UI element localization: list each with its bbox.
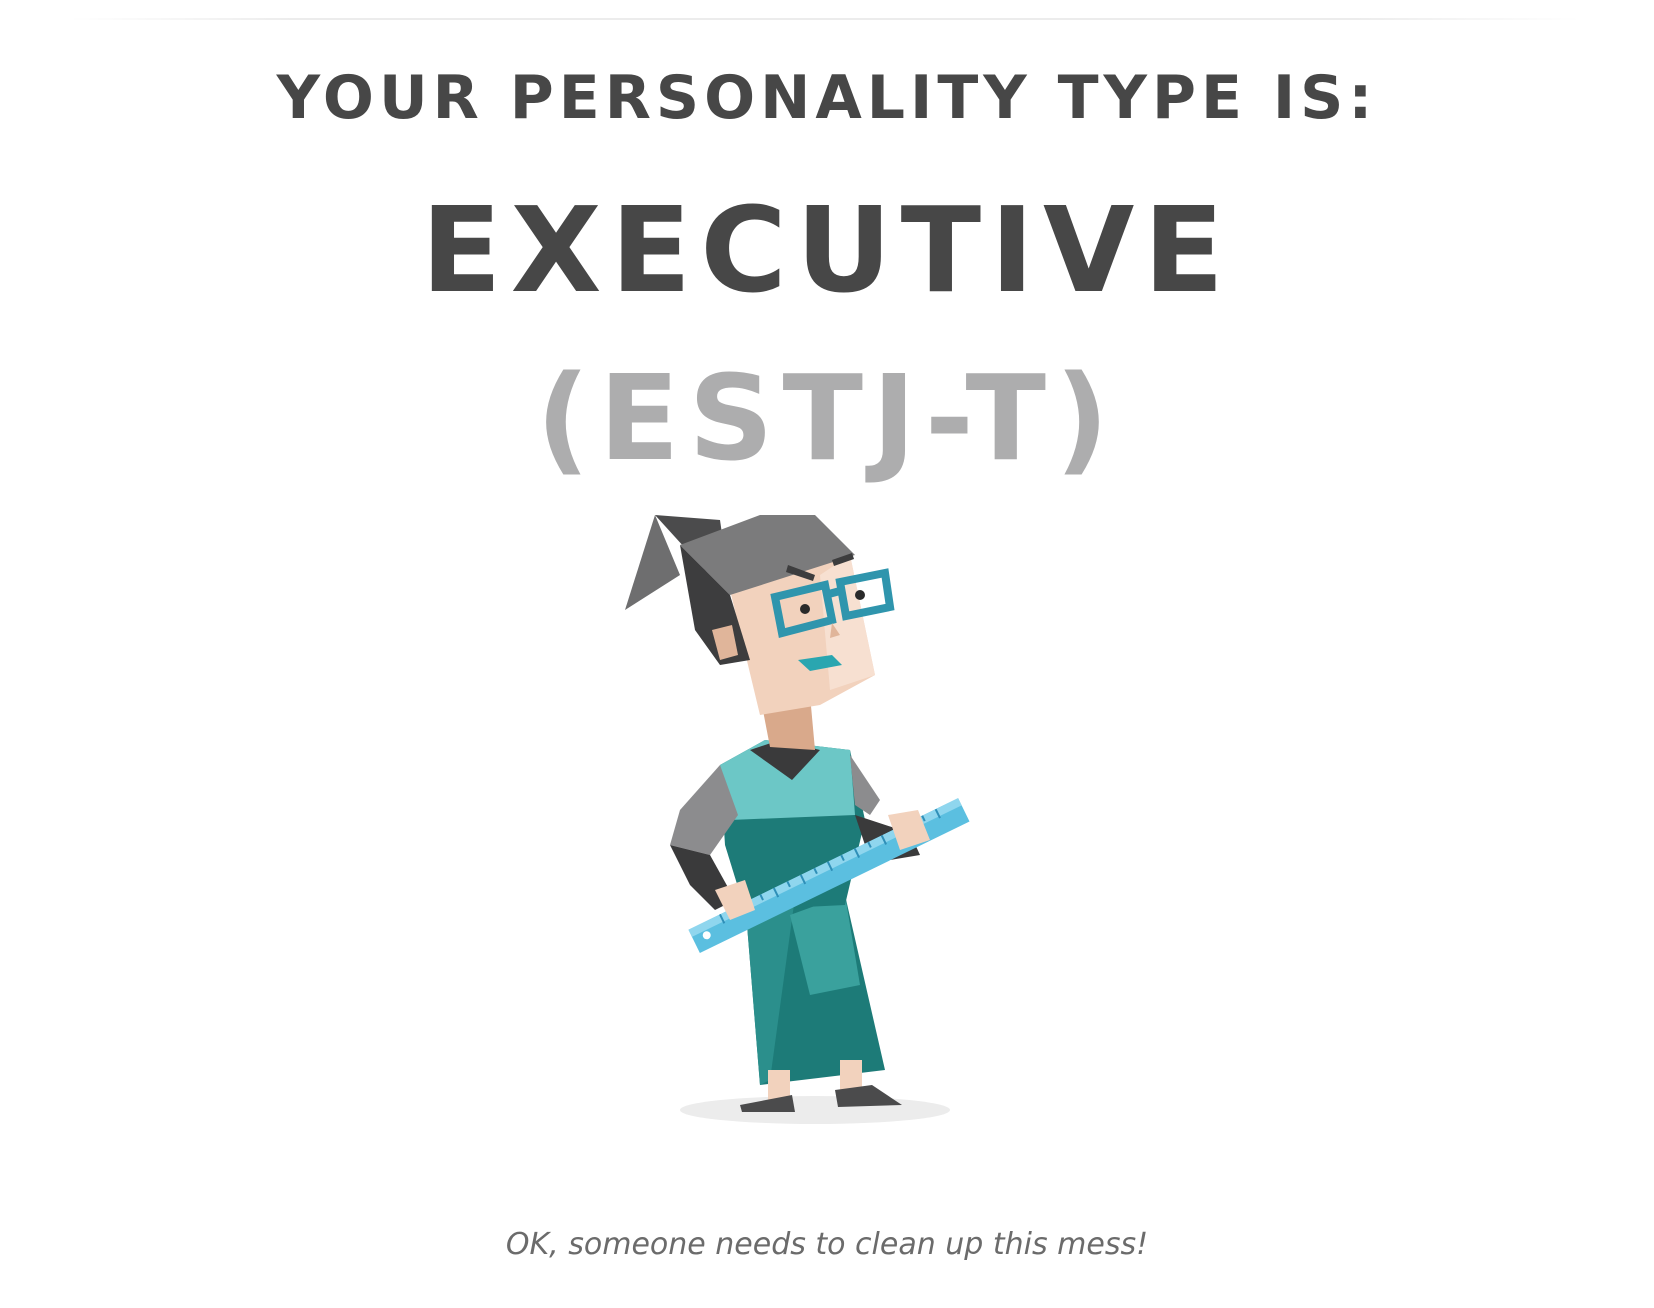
personality-type-code: (ESTJ-T) <box>536 349 1118 487</box>
personality-tagline: OK, someone needs to clean up this mess! <box>505 1227 1149 1262</box>
ground-shadow <box>680 1096 950 1124</box>
personality-type-name: EXECUTIVE <box>421 181 1233 319</box>
result-intro-heading: YOUR PERSONALITY TYPE IS: <box>276 63 1378 133</box>
executive-character-illustration <box>620 515 1020 1175</box>
top-divider <box>70 18 1580 20</box>
